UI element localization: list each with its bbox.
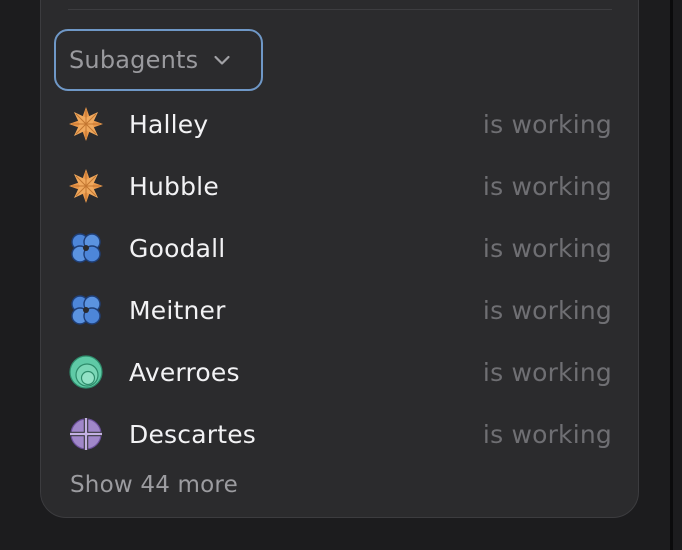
agent-row-averroes[interactable]: Averroes is working — [68, 352, 612, 392]
agent-status: is working — [482, 171, 612, 201]
agent-name: Goodall — [129, 233, 226, 263]
agent-name: Halley — [129, 109, 209, 139]
green-circles-icon — [68, 354, 104, 390]
subagents-dropdown-label: Subagents — [69, 46, 199, 74]
agent-name: Meitner — [129, 295, 226, 325]
agent-status: is working — [482, 357, 612, 387]
chevron-down-icon — [212, 50, 232, 70]
agent-status: is working — [482, 295, 612, 325]
agent-name: Descartes — [129, 419, 257, 449]
blue-clover-icon — [68, 292, 104, 328]
subagents-dropdown[interactable]: Subagents — [54, 29, 263, 91]
purple-crosshair-icon — [68, 416, 104, 452]
show-more-link[interactable]: Show 44 more — [70, 472, 238, 498]
agent-row-goodall[interactable]: Goodall is working — [68, 228, 612, 268]
agent-status: is working — [482, 109, 612, 139]
agent-status: is working — [482, 233, 612, 263]
window-edge — [670, 0, 673, 550]
orange-star-icon — [68, 168, 104, 204]
agent-row-hubble[interactable]: Hubble is working — [68, 166, 612, 206]
agent-status: is working — [482, 419, 612, 449]
agent-row-meitner[interactable]: Meitner is working — [68, 290, 612, 330]
agent-row-descartes[interactable]: Descartes is working — [68, 414, 612, 454]
agent-row-halley[interactable]: Halley is working — [68, 104, 612, 144]
agent-name: Hubble — [129, 171, 219, 201]
blue-clover-icon — [68, 230, 104, 266]
agent-name: Averroes — [129, 357, 240, 387]
divider — [68, 9, 612, 10]
orange-star-icon — [68, 106, 104, 142]
